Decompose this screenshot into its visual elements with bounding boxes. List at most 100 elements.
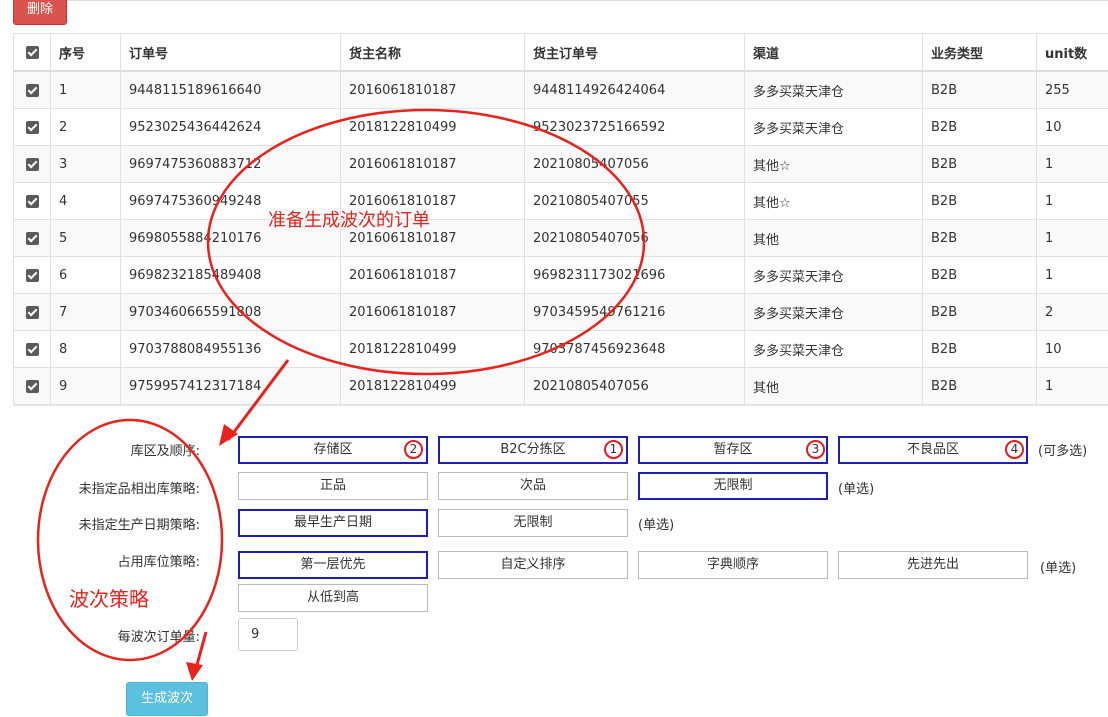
table-row[interactable]: 1 9448115189616640 2016061810187 9448114926…: [13, 70, 1108, 109]
table-header-row: 序号 订单号 货主名称 货主订单号 渠道 业务类型 unit数: [13, 33, 1108, 72]
out-option-defective[interactable]: 次品: [438, 472, 628, 500]
row-checkbox-cell[interactable]: [13, 182, 51, 220]
table-cell: 20210805407056: [524, 367, 745, 405]
table-cell: 1: [1036, 145, 1108, 183]
table-cell: 2: [50, 108, 121, 146]
table-row[interactable]: 8 9703788084955136 2018122810499 9703787456…: [13, 330, 1108, 368]
location-option-low-to-high[interactable]: 从低到高: [238, 584, 428, 612]
table-cell: 2016061810187: [340, 70, 525, 109]
location-strategy-hint: (单选): [1040, 561, 1077, 576]
row-checkbox-cell[interactable]: [13, 70, 51, 109]
column-header[interactable]: 序号: [50, 33, 121, 72]
zone-order-badge: 1: [604, 440, 623, 459]
out-option-genuine[interactable]: 正品: [238, 472, 428, 500]
location-option-fifo[interactable]: 先进先出: [838, 551, 1028, 579]
table-cell: 2016061810187: [340, 219, 525, 257]
table-cell: 9448115189616640: [120, 70, 341, 109]
table-cell: 1: [50, 70, 121, 109]
table-row[interactable]: 9 9759957412317184 2018122810499 2021080540…: [13, 367, 1108, 405]
row-checkbox-cell[interactable]: [13, 330, 51, 368]
table-cell: 9698231173021696: [524, 256, 745, 294]
row-checkbox[interactable]: [25, 83, 39, 97]
column-header[interactable]: 业务类型: [922, 33, 1037, 72]
column-header[interactable]: unit数: [1036, 33, 1108, 72]
orders-per-wave-input[interactable]: [238, 618, 298, 651]
table-cell: 20210805407056: [524, 219, 745, 257]
location-option-dictionary[interactable]: 字典顺序: [638, 551, 828, 579]
generate-wave-button[interactable]: 生成波次: [126, 682, 208, 716]
strategy-annotation: 波次策略: [69, 587, 149, 611]
row-checkbox[interactable]: [25, 120, 39, 134]
location-option-first-layer[interactable]: 第一层优先: [238, 551, 428, 579]
table-cell: B2B: [922, 70, 1037, 109]
column-header[interactable]: 订单号: [120, 33, 341, 72]
unspecified-date-label: 未指定生产日期策略:: [78, 518, 200, 533]
zone-order-badge: 4: [1005, 440, 1024, 459]
row-checkbox[interactable]: [25, 379, 39, 393]
table-cell: 3: [50, 145, 121, 183]
table-row[interactable]: 7 9703460665591808 2016061810187 9703459549…: [13, 293, 1108, 331]
table-cell: 9703788084955136: [120, 330, 341, 368]
date-option-unlimited[interactable]: 无限制: [438, 509, 628, 537]
table-cell: 1: [1036, 367, 1108, 405]
table-cell: 9448114926424064: [524, 70, 745, 109]
table-cell: 9523023725166592: [524, 108, 745, 146]
table-cell: 9703787456923648: [524, 330, 745, 368]
table-row[interactable]: 4 9697475360949248 2016061810187 2021080540…: [13, 182, 1108, 220]
table-cell: 2016061810187: [340, 256, 525, 294]
table-cell: B2B: [922, 219, 1037, 257]
column-header[interactable]: 渠道: [744, 33, 923, 72]
row-checkbox-cell[interactable]: [13, 108, 51, 146]
table-cell: 2016061810187: [340, 145, 525, 183]
unspecified-out-label: 未指定品相出库策略:: [78, 482, 200, 497]
row-checkbox-cell[interactable]: [13, 293, 51, 331]
zone-option-storage[interactable]: 存储区: [238, 436, 428, 464]
table-cell: 9697475360949248: [120, 182, 341, 220]
column-header[interactable]: 货主名称: [340, 33, 525, 72]
table-cell: 多多买菜天津仓: [744, 330, 923, 368]
table-cell: B2B: [922, 330, 1037, 368]
row-checkbox-cell[interactable]: [13, 219, 51, 257]
select-all-checkbox[interactable]: [25, 45, 39, 59]
table-row[interactable]: 3 9697475360883712 2016061810187 2021080540…: [13, 145, 1108, 183]
row-checkbox[interactable]: [25, 157, 39, 171]
location-option-custom-sort[interactable]: 自定义排序: [438, 551, 628, 579]
row-checkbox[interactable]: [25, 268, 39, 282]
zone-option-defective[interactable]: 不良品区: [838, 436, 1028, 464]
zone-option-staging[interactable]: 暂存区: [638, 436, 828, 464]
table-row[interactable]: 6 9698232185489408 2016061810187 9698231173…: [13, 256, 1108, 294]
zone-option-b2c-sorting[interactable]: B2C分拣区: [438, 436, 628, 464]
row-checkbox[interactable]: [25, 342, 39, 356]
select-all-checkbox-cell[interactable]: [13, 33, 51, 72]
table-cell: 多多买菜天津仓: [744, 70, 923, 109]
table-row[interactable]: 5 9698055884210176 2016061810187 2021080540…: [13, 219, 1108, 257]
zone-order-hint: (可多选): [1038, 444, 1088, 459]
table-cell: 1: [1036, 256, 1108, 294]
table-cell: 其他: [744, 219, 923, 257]
table-cell: 其他: [744, 367, 923, 405]
table-cell: 2: [1036, 293, 1108, 331]
table-cell: 多多买菜天津仓: [744, 256, 923, 294]
row-checkbox[interactable]: [25, 231, 39, 245]
row-checkbox-cell[interactable]: [13, 367, 51, 405]
row-checkbox-cell[interactable]: [13, 145, 51, 183]
row-checkbox-cell[interactable]: [13, 256, 51, 294]
table-cell: 10: [1036, 330, 1108, 368]
table-cell: 9523025436442624: [120, 108, 341, 146]
table-cell: 2016061810187: [340, 182, 525, 220]
out-option-unlimited[interactable]: 无限制: [638, 472, 828, 500]
row-checkbox[interactable]: [25, 305, 39, 319]
zone-order-badge: 3: [806, 440, 825, 459]
table-cell: B2B: [922, 256, 1037, 294]
table-bottom-divider: [13, 405, 1108, 406]
table-row[interactable]: 2 9523025436442624 2018122810499 9523023725…: [13, 108, 1108, 146]
table-cell: 2016061810187: [340, 293, 525, 331]
table-cell: 9698232185489408: [120, 256, 341, 294]
row-checkbox[interactable]: [25, 194, 39, 208]
table-cell: B2B: [922, 182, 1037, 220]
table-cell: 2018122810499: [340, 108, 525, 146]
date-option-earliest[interactable]: 最早生产日期: [238, 509, 428, 537]
top-divider: [66, 0, 1108, 1]
column-header[interactable]: 货主订单号: [524, 33, 745, 72]
delete-button[interactable]: 删除: [13, 0, 67, 25]
